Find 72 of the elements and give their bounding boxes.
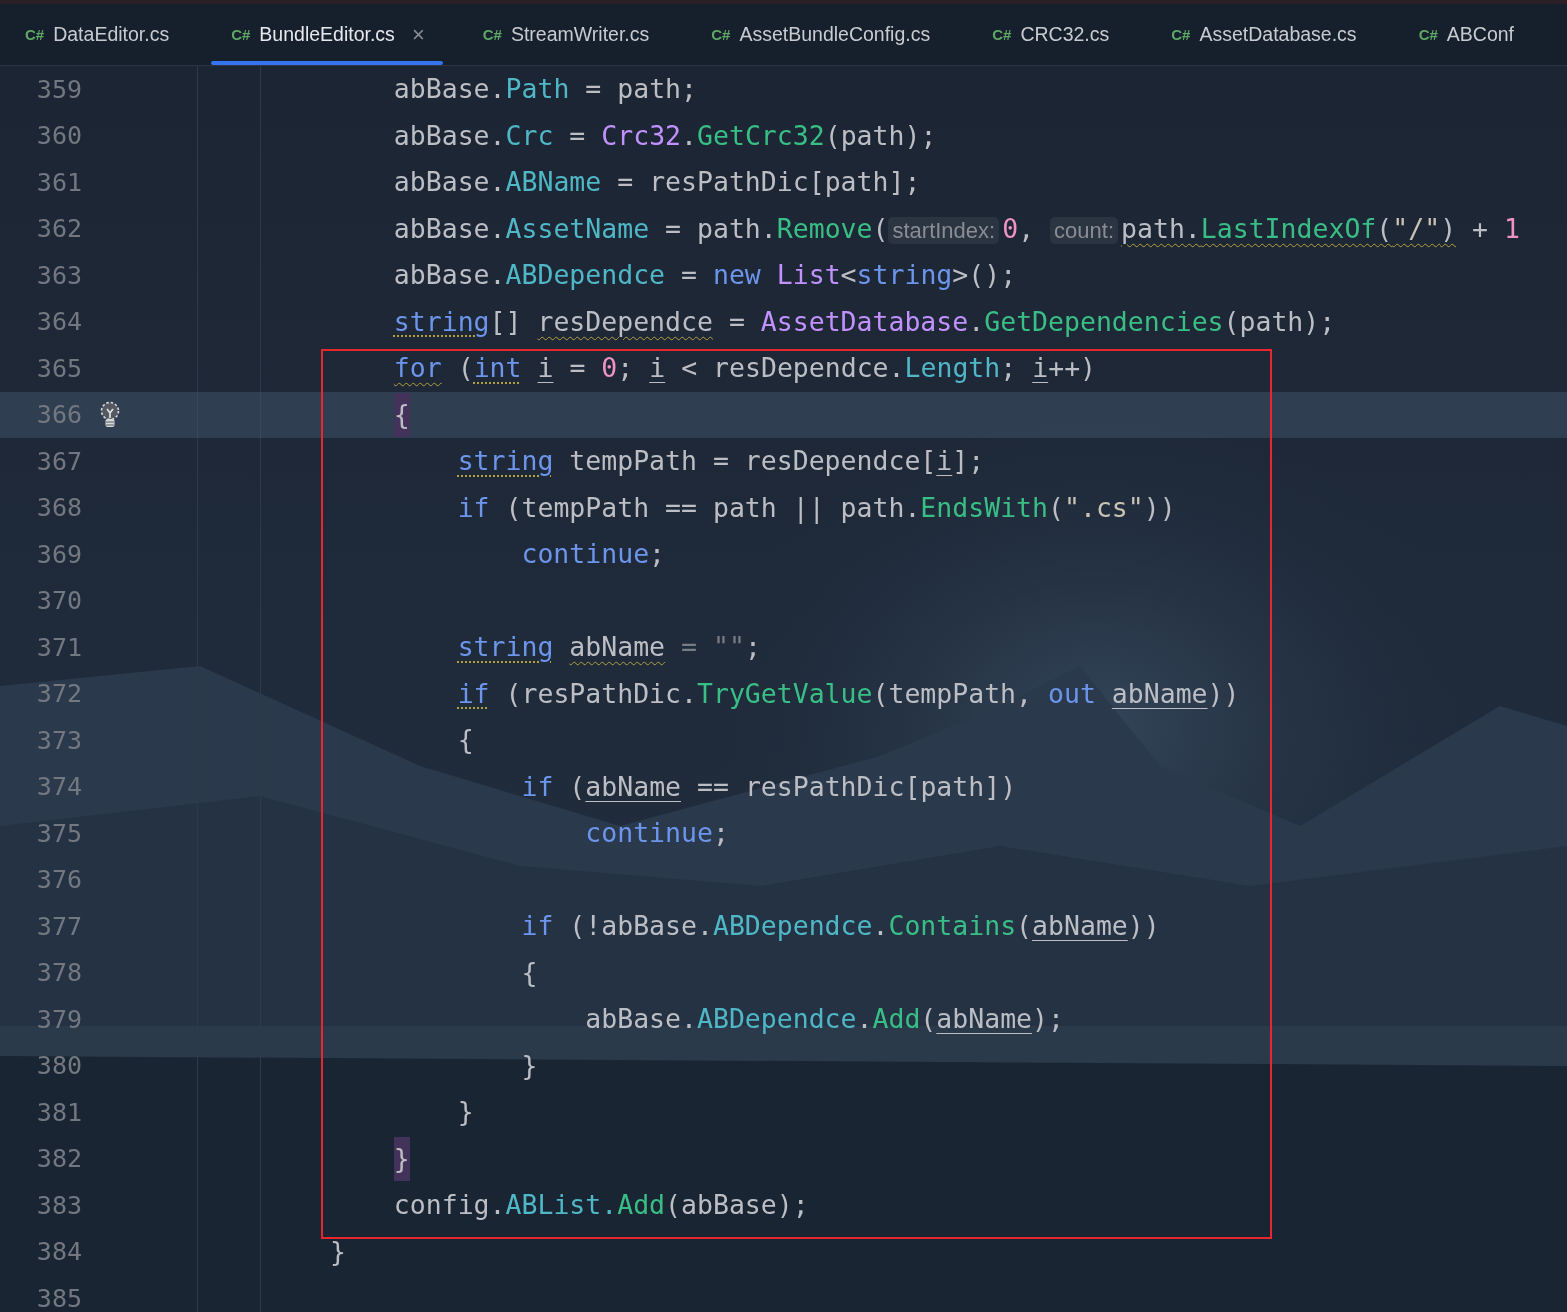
code-line: } bbox=[330, 1234, 346, 1269]
line-number: 374 bbox=[35, 772, 82, 802]
csharp-file-icon: C# bbox=[482, 26, 502, 43]
line-number: 378 bbox=[35, 958, 82, 988]
line-number: 372 bbox=[35, 679, 82, 709]
line-number: 365 bbox=[35, 353, 82, 383]
line-number: 364 bbox=[35, 307, 82, 337]
line-number: 361 bbox=[35, 167, 82, 197]
code-line: abBase.ABDependce.Add(abName); bbox=[584, 1002, 1064, 1037]
code-line: string[] resDependce = AssetDatabase.GetDependencies(path); bbox=[392, 304, 1336, 339]
line-number: 363 bbox=[35, 260, 82, 290]
file-tab[interactable]: C# AssetDatabase.cs bbox=[1151, 4, 1399, 65]
tab-label: DataEditor.cs bbox=[53, 23, 170, 46]
lightbulb-icon[interactable] bbox=[100, 400, 120, 429]
tab-label: StreamWriter.cs bbox=[510, 23, 650, 46]
line-number: 375 bbox=[35, 818, 82, 848]
code-line: config.ABList.Add(abBase); bbox=[392, 1188, 809, 1223]
code-line: { bbox=[456, 723, 474, 758]
line-number: 359 bbox=[35, 74, 82, 104]
tab-label: ABConf bbox=[1446, 23, 1514, 46]
line-number: 366 bbox=[35, 400, 82, 430]
code-line: if (tempPath == path || path.EndsWith(".cs")) bbox=[456, 490, 1176, 526]
code-line: abBase.ABName = resPathDic[path]; bbox=[392, 165, 921, 200]
csharp-file-icon: C# bbox=[25, 26, 45, 43]
file-tab[interactable]: C# ABConf bbox=[1398, 4, 1556, 65]
csharp-file-icon: C# bbox=[1171, 26, 1191, 43]
code-line: continue; bbox=[584, 816, 729, 851]
csharp-file-icon: C# bbox=[711, 26, 731, 43]
code-line: abBase.AssetName = path.Remove(startIndex: 0, count: path.LastIndexOf("/") + 1 bbox=[392, 211, 1520, 246]
line-number: 367 bbox=[35, 446, 82, 476]
line-number: 362 bbox=[35, 214, 82, 244]
tab-label: CRC32.cs bbox=[1020, 23, 1110, 46]
file-tab[interactable]: C# CRC32.cs bbox=[972, 4, 1152, 65]
csharp-file-icon: C# bbox=[1418, 26, 1438, 43]
line-number: 381 bbox=[35, 1097, 82, 1127]
line-number: 383 bbox=[35, 1190, 82, 1220]
code-line: if (resPathDic.TryGetValue(tempPath, out abName)) bbox=[456, 676, 1240, 711]
line-number: 376 bbox=[35, 865, 82, 895]
file-tab[interactable]: C# BundleEditor.cs × bbox=[211, 4, 443, 65]
tab-label: AssetDatabase.cs bbox=[1199, 23, 1357, 46]
csharp-file-icon: C# bbox=[231, 26, 251, 43]
line-number: 385 bbox=[35, 1283, 82, 1312]
line-number: 377 bbox=[35, 911, 82, 941]
line-number: 373 bbox=[35, 725, 82, 755]
code-line: abBase.Crc = Crc32.GetCrc32(path); bbox=[392, 118, 937, 153]
code-line: for (int i = 0; i < resDependce.Length; i++) bbox=[392, 351, 1097, 386]
line-number: 384 bbox=[35, 1237, 82, 1267]
line-number: 369 bbox=[35, 539, 82, 569]
line-number: 382 bbox=[35, 1144, 82, 1174]
code-line: abBase.ABDependce = new List<string>(); bbox=[392, 258, 1017, 293]
code-line: string tempPath = resDependce[i]; bbox=[456, 444, 985, 479]
file-tab[interactable]: C# StreamWriter.cs bbox=[462, 4, 692, 65]
code-line: continue; bbox=[520, 537, 666, 572]
close-tab-button[interactable]: × bbox=[411, 21, 425, 48]
line-number: 368 bbox=[35, 493, 82, 523]
code-line: if (!abBase.ABDependce.Contains(abName)) bbox=[520, 909, 1160, 944]
line-number: 380 bbox=[35, 1051, 82, 1081]
file-tab[interactable]: C# AssetBundleConfig.cs bbox=[691, 4, 973, 65]
line-number: 371 bbox=[35, 632, 82, 662]
line-number: 360 bbox=[35, 121, 82, 151]
csharp-file-icon: C# bbox=[992, 26, 1012, 43]
file-tab[interactable]: C# DataEditor.cs bbox=[25, 4, 212, 65]
code-line: abBase.Path = path; bbox=[392, 72, 697, 107]
code-line: } bbox=[456, 1095, 474, 1130]
code-line: if (abName == resPathDic[path]) bbox=[520, 769, 1017, 804]
tab-label: BundleEditor.cs bbox=[259, 23, 395, 46]
tab-label: AssetBundleConfig.cs bbox=[739, 23, 931, 46]
code-line: string abName = ""; bbox=[456, 630, 761, 665]
code-line: } bbox=[520, 1048, 538, 1083]
code-line: { bbox=[520, 955, 538, 990]
line-number: 370 bbox=[35, 586, 82, 616]
line-number: 379 bbox=[35, 1004, 82, 1034]
